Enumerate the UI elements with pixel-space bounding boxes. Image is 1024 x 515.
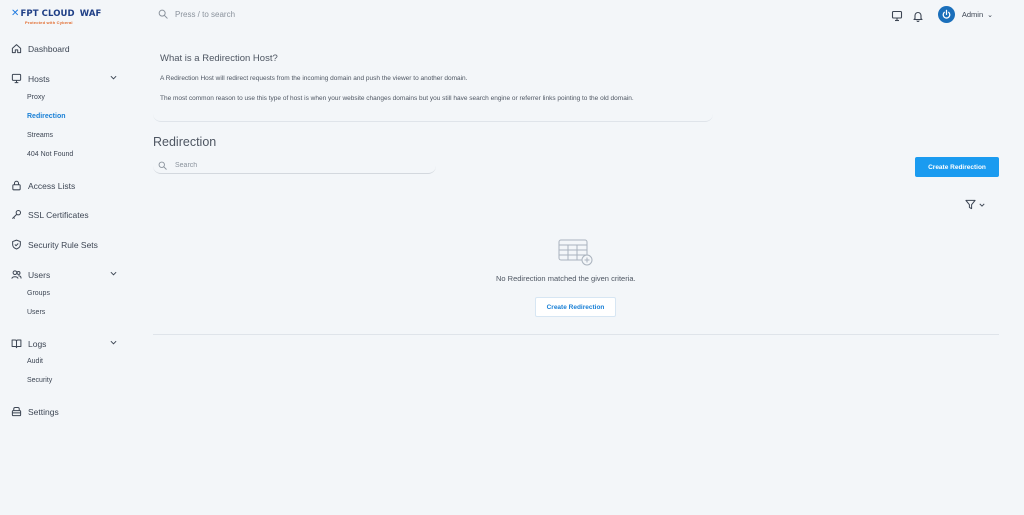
sidebar-item-label: Dashboard	[28, 43, 70, 54]
sidebar-subitem-users[interactable]: Users	[27, 309, 45, 316]
search-input[interactable]	[175, 161, 415, 169]
search-field[interactable]	[153, 157, 436, 174]
sidebar-item-ssl-certificates[interactable]: SSL Certificates	[11, 209, 121, 220]
empty-create-redirection-button[interactable]: Create Redirection	[535, 297, 616, 317]
info-paragraph: The most common reason to use this type …	[160, 95, 634, 102]
brand-name: FPT CLOUD	[20, 8, 75, 19]
sidebar-subitem-streams[interactable]: Streams	[27, 132, 53, 139]
search-icon	[158, 9, 168, 19]
filter-icon	[965, 199, 976, 210]
sidebar-item-label: Settings	[28, 406, 59, 417]
lock-icon	[11, 180, 22, 191]
info-title: What is a Redirection Host?	[160, 53, 278, 64]
sidebar-item-security-rule-sets[interactable]: Security Rule Sets	[11, 239, 121, 250]
search-icon	[158, 161, 167, 170]
chevron-down-icon[interactable]	[110, 339, 117, 346]
sidebar-item-logs[interactable]: Logs	[11, 338, 121, 349]
sidebar-item-label: Hosts	[28, 73, 50, 84]
brand-tagline: Protected with Cyberal	[25, 20, 73, 25]
divider	[153, 334, 999, 335]
power-icon	[942, 9, 951, 19]
sidebar-item-label: Users	[28, 269, 51, 280]
sidebar-subitem-security[interactable]: Security	[27, 377, 52, 384]
sidebar-item-hosts[interactable]: Hosts	[11, 73, 121, 84]
sidebar-item-label: Logs	[28, 338, 47, 349]
settings-icon	[11, 406, 22, 417]
sidebar-item-dashboard[interactable]: Dashboard	[11, 43, 121, 54]
users-icon	[11, 269, 22, 280]
sidebar-item-access-lists[interactable]: Access Lists	[11, 180, 121, 191]
logo-mark-icon: ✕	[11, 8, 20, 19]
sidebar-subitem-audit[interactable]: Audit	[27, 358, 43, 365]
top-bar: ✕ FPT CLOUD WAF Protected with Cyberal P…	[0, 0, 1024, 30]
sidebar-item-label: SSL Certificates	[28, 209, 89, 220]
sidebar-item-settings[interactable]: Settings	[11, 406, 121, 417]
brand-product: WAF	[79, 8, 102, 19]
user-name[interactable]: Admin	[962, 10, 983, 19]
sidebar-item-label: Security Rule Sets	[28, 239, 98, 250]
global-search-placeholder: Press / to search	[175, 9, 236, 19]
info-card: What is a Redirection Host? A Redirectio…	[153, 44, 713, 122]
chevron-down-icon[interactable]	[110, 270, 117, 277]
monitor-icon[interactable]	[891, 9, 903, 21]
page-title: Redirection	[153, 135, 217, 149]
sidebar-subitem-redirection[interactable]: Redirection	[27, 113, 66, 120]
monitor-icon	[11, 73, 22, 84]
sidebar-item-label: Access Lists	[28, 180, 76, 191]
header-actions: Admin ⌄	[891, 6, 993, 23]
brand-logo[interactable]: ✕ FPT CLOUD WAF Protected with Cyberal	[11, 8, 101, 25]
chevron-down-icon	[979, 203, 985, 207]
bell-icon[interactable]	[912, 9, 924, 22]
chevron-down-icon[interactable]: ⌄	[987, 11, 993, 19]
sidebar-subitem-proxy[interactable]: Proxy	[27, 94, 45, 101]
sidebar-subitem-groups[interactable]: Groups	[27, 290, 50, 297]
book-icon	[11, 338, 22, 349]
chevron-down-icon[interactable]	[110, 74, 117, 81]
shield-icon	[11, 239, 22, 250]
key-icon	[11, 209, 22, 220]
global-search[interactable]: Press / to search	[158, 9, 235, 19]
empty-table-icon	[558, 239, 593, 266]
empty-state-message: No Redirection matched the given criteri…	[496, 274, 636, 283]
home-icon	[11, 43, 22, 54]
brand-logo-text: ✕ FPT CLOUD WAF	[11, 8, 101, 19]
sidebar-item-users[interactable]: Users	[11, 269, 121, 280]
create-redirection-button[interactable]: Create Redirection	[915, 157, 999, 177]
sidebar-subitem-404-not-found[interactable]: 404 Not Found	[27, 151, 73, 158]
avatar[interactable]	[937, 6, 955, 23]
filter-dropdown[interactable]	[965, 199, 985, 210]
info-paragraph: A Redirection Host will redirect request…	[160, 75, 468, 82]
